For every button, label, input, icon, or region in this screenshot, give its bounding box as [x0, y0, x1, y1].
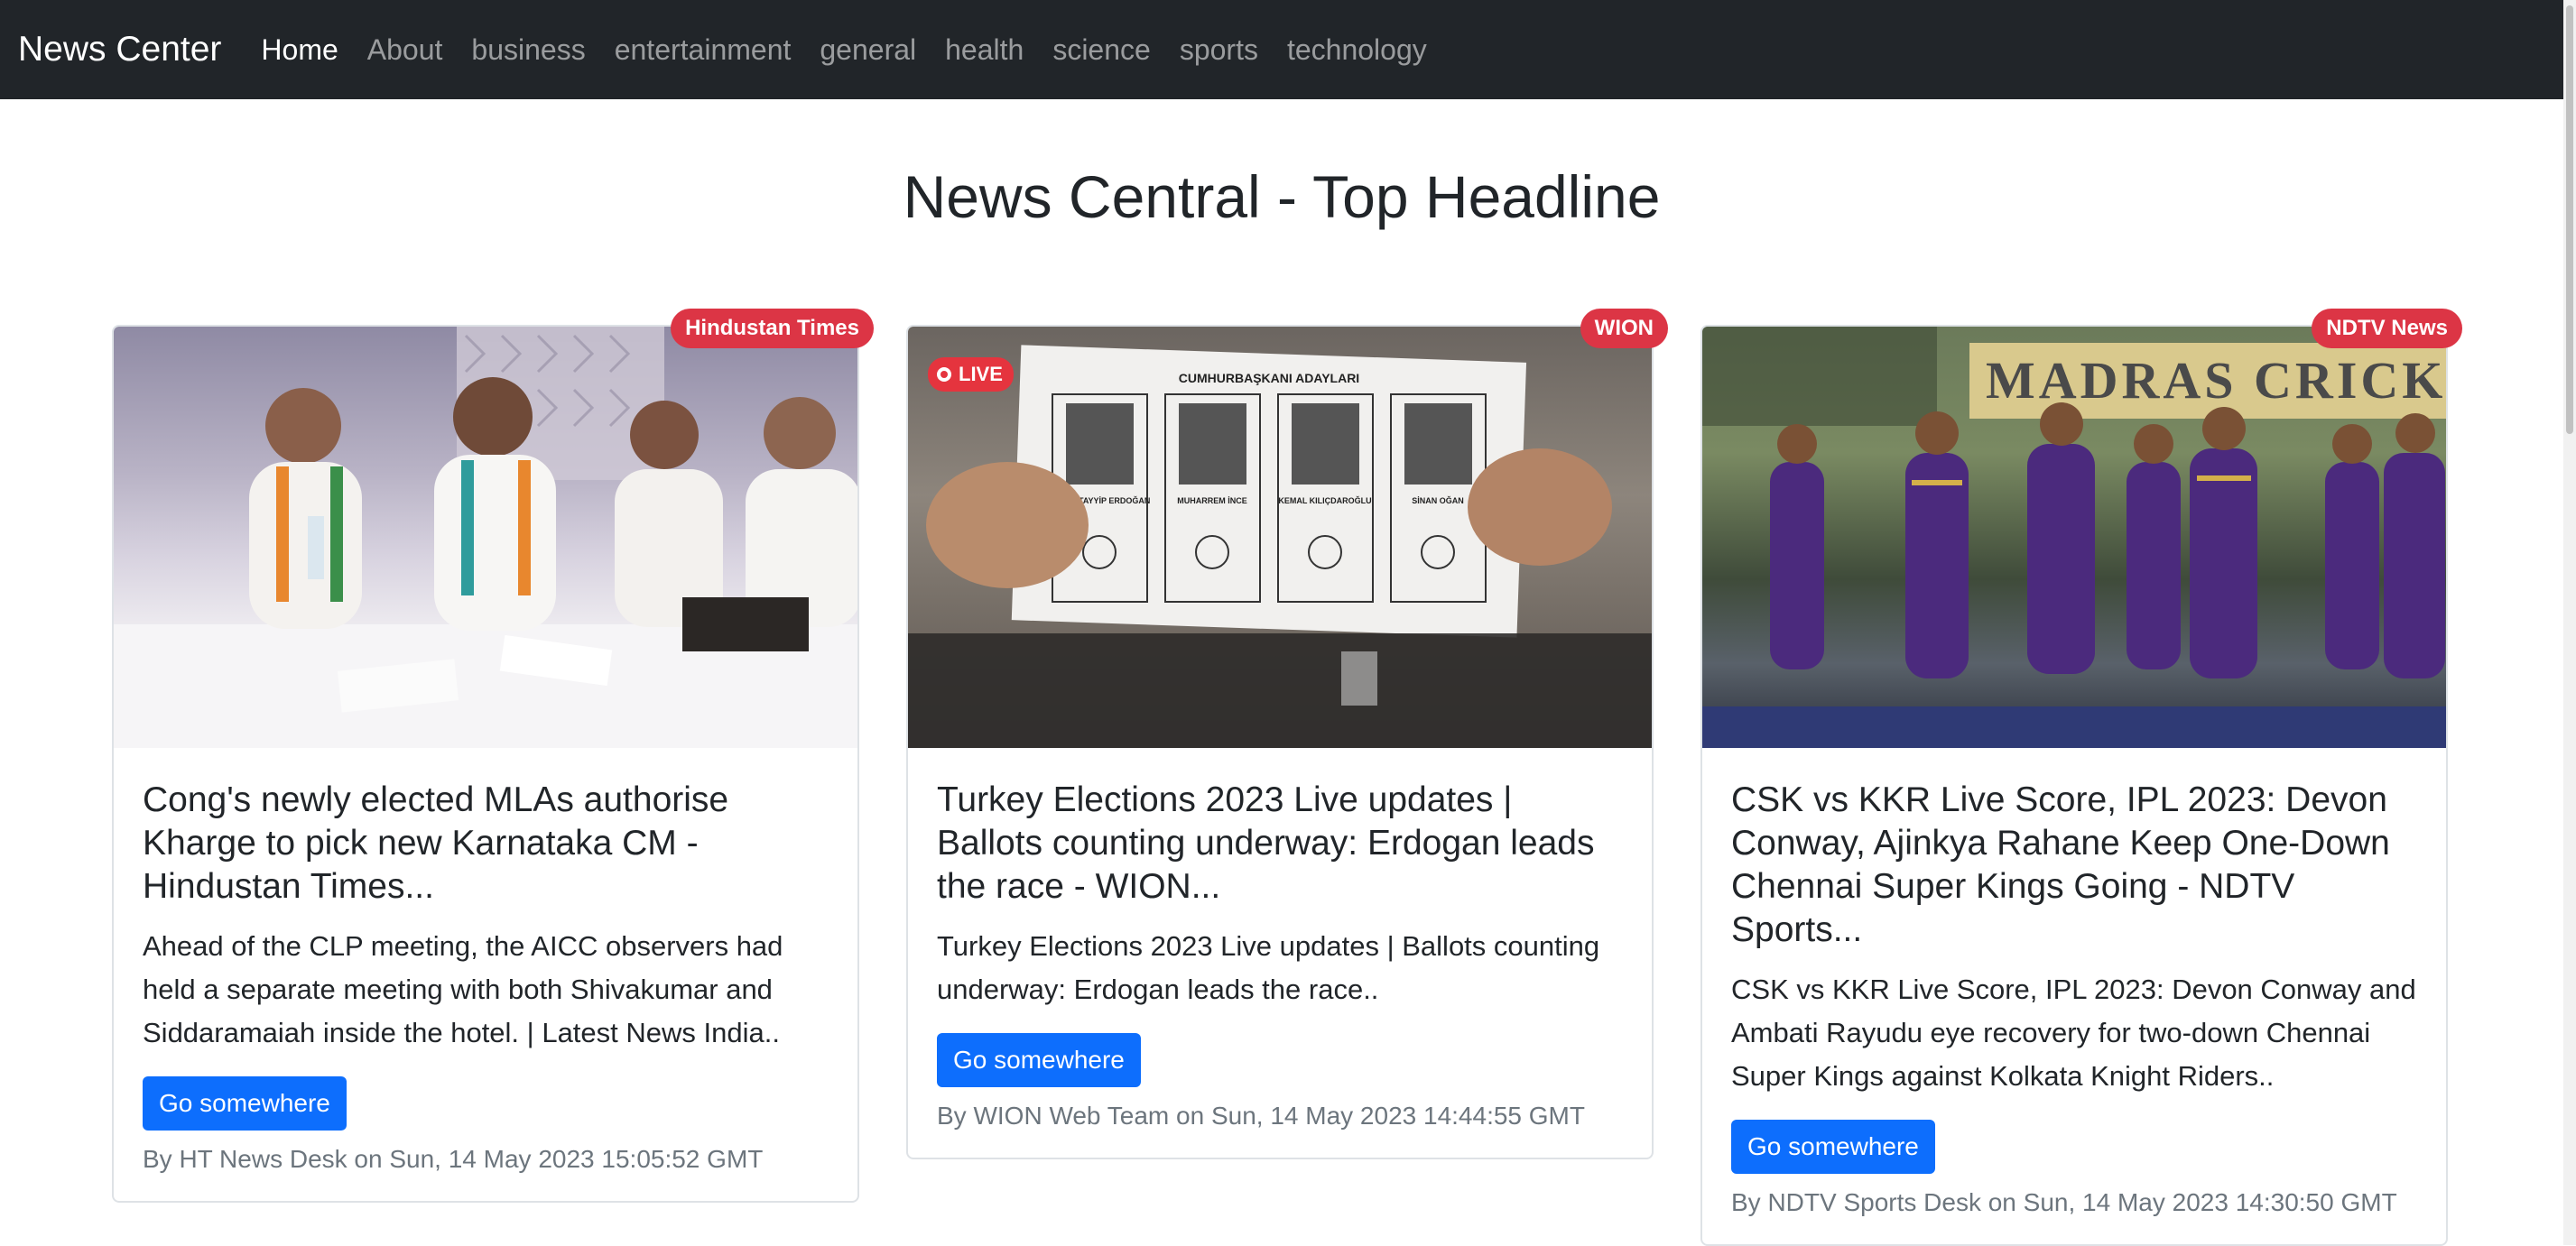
card-byline: By WION Web Team on Sun, 14 May 2023 14:…	[937, 1102, 1585, 1130]
card-title: CSK vs KKR Live Score, IPL 2023: Devon C…	[1731, 780, 2390, 949]
scrollbar-thumb[interactable]	[2566, 5, 2573, 434]
go-somewhere-button[interactable]: Go somewhere	[143, 1076, 347, 1131]
ballot-illustration: CUMHURBAŞKANI ADAYLARI RECEP TAYYİP ERDO…	[908, 345, 1652, 748]
navbar-brand[interactable]: News Center	[18, 30, 221, 69]
card-byline: By NDTV Sports Desk on Sun, 14 May 2023 …	[1731, 1188, 2397, 1216]
page-title: News Central - Top Headline	[903, 163, 1661, 230]
cricket-players-illustration	[1702, 327, 2445, 678]
nav-link-sports[interactable]: sports	[1165, 33, 1273, 67]
candidate-name: SİNAN OĞAN	[1412, 495, 1464, 505]
news-card-1: Hindustan Times Cong's newly elected MLA…	[112, 309, 874, 1203]
nav-links: Home About business entertainment genera…	[246, 33, 1441, 67]
source-badge: NDTV News	[2312, 309, 2462, 348]
source-badge: Hindustan Times	[671, 309, 874, 348]
nav-link-about[interactable]: About	[353, 33, 458, 67]
nav-link-general[interactable]: general	[805, 33, 931, 67]
nav-link-science[interactable]: science	[1038, 33, 1165, 67]
source-badge: WION	[1580, 309, 1668, 348]
news-card-3: NDTV News MADRAS CRICK CSK vs KKR Live S…	[1700, 309, 2462, 1246]
news-image	[114, 327, 857, 748]
card-body: CSK vs KKR Live Score, IPL 2023: Devon C…	[1702, 748, 2446, 1244]
card-title: Turkey Elections 2023 Live updates | Bal…	[937, 780, 1595, 906]
nav-link-health[interactable]: health	[931, 33, 1038, 67]
news-image: CUMHURBAŞKANI ADAYLARI RECEP TAYYİP ERDO…	[908, 327, 1652, 748]
card-title: Cong's newly elected MLAs authorise Khar…	[143, 780, 729, 906]
card-description: Turkey Elections 2023 Live updates | Bal…	[937, 930, 1600, 1005]
nav-link-business[interactable]: business	[457, 33, 599, 67]
card-body: Cong's newly elected MLAs authorise Khar…	[114, 748, 857, 1201]
live-label: LIVE	[959, 363, 1003, 385]
card-byline: By HT News Desk on Sun, 14 May 2023 15:0…	[143, 1145, 764, 1173]
ballot-header: CUMHURBAŞKANI ADAYLARI	[1179, 371, 1359, 385]
nav-link-entertainment[interactable]: entertainment	[600, 33, 806, 67]
live-indicator: LIVE	[928, 357, 1014, 392]
navbar: News Center Home About business entertai…	[0, 0, 2563, 99]
news-card-2: WION CUMHURBAŞKANI ADAYLARI RECEP TAYYİP…	[906, 309, 1668, 1159]
press-conference-illustration	[114, 327, 857, 748]
card-description: Ahead of the CLP meeting, the AICC obser…	[143, 930, 783, 1048]
sponsor-band	[1702, 706, 2446, 748]
news-image: MADRAS CRICK	[1702, 327, 2446, 748]
go-somewhere-button[interactable]: Go somewhere	[937, 1033, 1141, 1087]
nav-link-technology[interactable]: technology	[1273, 33, 1441, 67]
card-description: CSK vs KKR Live Score, IPL 2023: Devon C…	[1731, 974, 2416, 1092]
candidate-name: KEMAL KILIÇDAROĞLU	[1278, 495, 1371, 505]
candidate-name: MUHARREM İNCE	[1177, 496, 1247, 505]
live-dot-icon	[937, 367, 951, 382]
nav-link-home[interactable]: Home	[246, 33, 352, 67]
card-body: Turkey Elections 2023 Live updates | Bal…	[908, 748, 1652, 1158]
go-somewhere-button[interactable]: Go somewhere	[1731, 1120, 1935, 1174]
vertical-scrollbar[interactable]	[2563, 0, 2576, 1245]
